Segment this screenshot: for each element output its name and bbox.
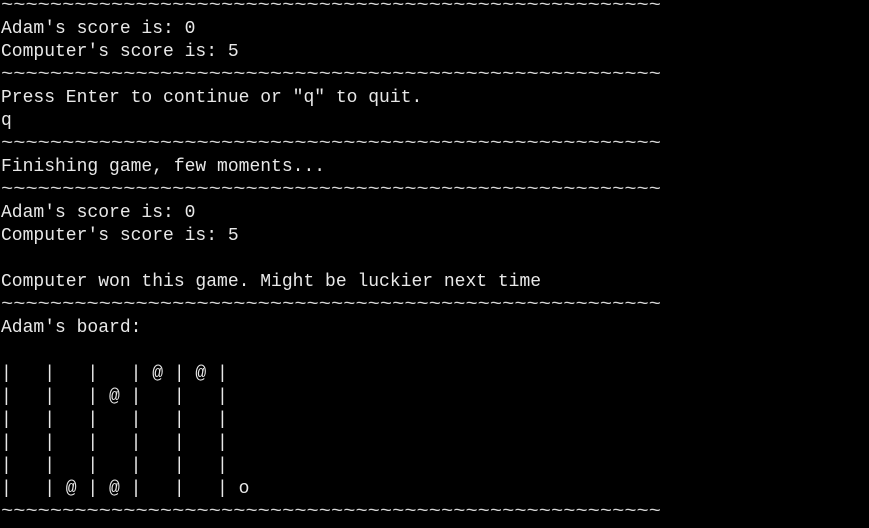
output-line: Computer's score is: 5 bbox=[1, 42, 239, 62]
output-line: Computer won this game. Might be luckier… bbox=[1, 272, 542, 292]
output-line: Finishing game, few moments... bbox=[1, 157, 326, 177]
separator-line: ~~~~~~~~~~~~~~~~~~~~~~~~~~~~~~~~~~~~~~~~… bbox=[1, 295, 661, 315]
separator-line: ~~~~~~~~~~~~~~~~~~~~~~~~~~~~~~~~~~~~~~~~… bbox=[1, 0, 661, 16]
output-line: Adam's score is: 0 bbox=[1, 203, 196, 223]
board-row: | | | @ | | | bbox=[1, 387, 228, 407]
output-line: Adam's board: bbox=[1, 318, 142, 338]
separator-line: ~~~~~~~~~~~~~~~~~~~~~~~~~~~~~~~~~~~~~~~~… bbox=[1, 180, 661, 200]
output-line: Press Enter to continue or "q" to quit. bbox=[1, 88, 423, 108]
separator-line: ~~~~~~~~~~~~~~~~~~~~~~~~~~~~~~~~~~~~~~~~… bbox=[1, 502, 661, 522]
board-row: | | | | @ | @ | bbox=[1, 364, 228, 384]
board-row: | | | | | | bbox=[1, 410, 228, 430]
board-row: | | @ | @ | | | o bbox=[1, 479, 250, 499]
output-line: Adam's score is: 0 bbox=[1, 19, 196, 39]
board-row: | | | | | | bbox=[1, 456, 228, 476]
separator-line: ~~~~~~~~~~~~~~~~~~~~~~~~~~~~~~~~~~~~~~~~… bbox=[1, 134, 661, 154]
user-input-line: q bbox=[1, 111, 12, 131]
board-row: | | | | | | bbox=[1, 433, 228, 453]
terminal-window[interactable]: ~~~~~~~~~~~~~~~~~~~~~~~~~~~~~~~~~~~~~~~~… bbox=[0, 0, 869, 528]
output-line: Computer's score is: 5 bbox=[1, 226, 239, 246]
separator-line: ~~~~~~~~~~~~~~~~~~~~~~~~~~~~~~~~~~~~~~~~… bbox=[1, 65, 661, 85]
